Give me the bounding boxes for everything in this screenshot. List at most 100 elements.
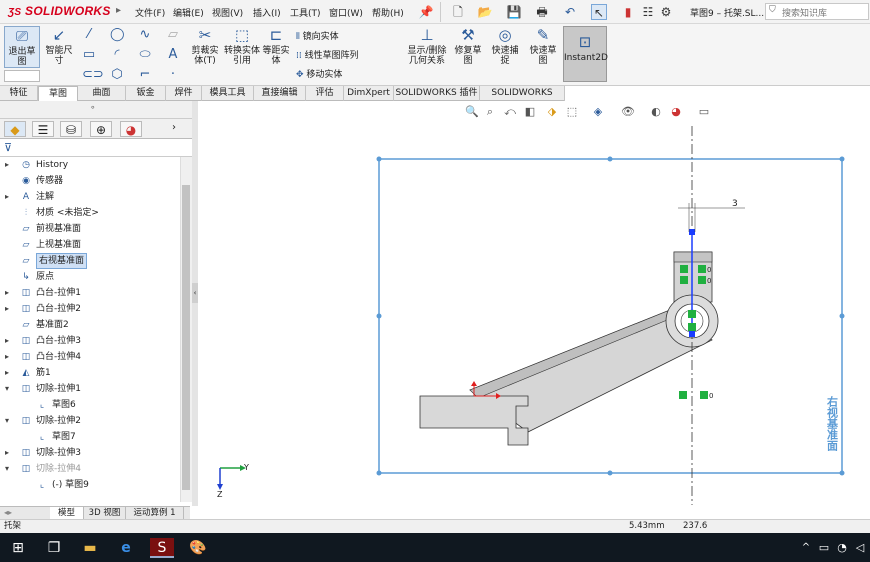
tab-features[interactable]: 特征 [0,86,38,101]
tab-3d-view[interactable]: 3D 视图 [84,507,126,519]
apply-scene-icon[interactable]: ◕ [669,104,683,120]
search-input[interactable]: 搜索知识库 [765,3,869,20]
tree-item[interactable]: ▱ 基准面2 [0,317,180,333]
task-view-icon[interactable]: ❐ [44,538,64,558]
quick-snap-button[interactable]: ◎ 快速捕捉 [488,26,522,66]
expand-arrow-icon[interactable]: ▸ [5,285,9,301]
exit-sketch-dropdown[interactable] [4,70,40,82]
configuration-manager-icon[interactable]: ⛁ [60,121,82,137]
text-icon[interactable]: A [166,48,180,62]
sketch-canvas-svg[interactable]: 3 0 0 0 Y Z 右视基准面 [198,101,870,519]
tab-mbd[interactable]: SOLIDWORKS MBD [480,86,565,113]
expand-arrow-icon[interactable]: ▸ [5,333,9,349]
sketch-endpoint-bottom[interactable] [689,331,695,337]
tab-dimxpert[interactable]: DimXpert [344,86,394,101]
panel-expand-icon[interactable]: › [172,122,176,133]
instant2d-button[interactable]: ⊡ Instant2D [563,26,608,82]
tree-item[interactable]: ▸ ◫ 切除-拉伸3 [0,445,180,461]
view-orientation-icon[interactable]: ⬚ [565,104,579,120]
tree-item[interactable]: ▾ ◫ 切除-拉伸1 [0,381,180,397]
expand-arrow-icon[interactable]: ▾ [5,461,9,477]
edit-appearance-icon[interactable]: ◐ [649,104,663,120]
expand-arrow-icon[interactable]: ▸ [5,365,9,381]
expand-arrow-icon[interactable]: ▸ [5,349,9,365]
hide-show-items-icon[interactable]: 👁 [621,104,635,120]
tab-sketch[interactable]: 草图 [38,86,78,101]
tab-sheet-metal[interactable]: 钣金 [126,86,166,101]
pin-icon[interactable]: 📌 [418,4,434,20]
dynamic-annotation-icon[interactable]: ⬗ [545,104,559,120]
filter-icon[interactable]: ⊽ [4,141,12,154]
zoom-area-icon[interactable]: ⌕ [483,104,497,120]
display-manager-icon[interactable]: ◕ [120,121,142,137]
dimxpert-manager-icon[interactable]: ⊕ [90,121,112,137]
menu-view[interactable]: 视图(V) [212,6,243,19]
new-file-icon[interactable]: 🗋 [450,4,466,20]
tab-direct-editing[interactable]: 直接编辑 [254,86,306,101]
exit-sketch-button[interactable]: ⎚ 退出草图 [4,26,40,68]
tree-item[interactable]: ▱ 右视基准面 [0,253,180,269]
dimension-value[interactable]: 3 [732,199,738,209]
tree-item[interactable]: ◉ 传感器 [0,173,180,189]
options-list-icon[interactable]: ☷ [640,4,656,20]
menu-window[interactable]: 窗口(W) [329,6,363,19]
previous-view-icon[interactable]: ⤺ [503,104,517,120]
tree-item[interactable]: ▸ ◫ 凸台-拉伸1 [0,285,180,301]
tree-item[interactable]: ⌞ (-) 草图9 [0,477,180,493]
battery-icon[interactable]: ▭ [814,538,834,558]
tree-item[interactable]: ⌞ 草图6 [0,397,180,413]
property-manager-icon[interactable]: ☰ [32,121,54,137]
tab-surfaces[interactable]: 曲面 [78,86,126,101]
menu-arrow-icon[interactable]: ▸ [116,5,121,16]
tree-item[interactable]: ▸ ◫ 凸台-拉伸4 [0,349,180,365]
tree-item[interactable]: ⌞ 草图7 [0,429,180,445]
tree-scroll-thumb[interactable] [182,185,190,490]
tree-item[interactable]: ▱ 前视基准面 [0,221,180,237]
convert-entities-button[interactable]: ⬚ 转换实体引用 [224,26,260,66]
trim-button[interactable]: ✂ 剪裁实体(T) [188,26,222,66]
tab-weldments[interactable]: 焊件 [166,86,202,101]
network-icon[interactable]: ◔ [832,538,852,558]
offset-button[interactable]: ⊏ 等距实体 [260,26,292,66]
volume-icon[interactable]: ◁ [850,538,870,558]
rectangle-icon[interactable]: ▭ [82,48,96,62]
tree-item[interactable]: ▸ ◷ History [0,157,180,173]
menu-help[interactable]: 帮助(H) [372,6,404,19]
tree-item[interactable]: ▱ 上视基准面 [0,237,180,253]
edge-browser-icon[interactable]: e [116,538,136,558]
zoom-to-fit-icon[interactable]: 🔍 [465,104,479,120]
tray-chevron-icon[interactable]: ^ [796,538,816,558]
rapid-sketch-button[interactable]: ✎ 快速草图 [526,26,560,66]
file-explorer-icon[interactable]: ▬ [80,538,100,558]
arc-icon[interactable]: ◜ [110,48,124,62]
gear-icon[interactable]: ⚙ [658,4,674,20]
repair-sketch-button[interactable]: ⚒ 修复草图 [452,26,484,66]
menu-edit[interactable]: 编辑(E) [173,6,204,19]
tab-scroll-icon[interactable]: ◂▸ [4,508,12,517]
tree-item[interactable]: ▾ ◫ 切除-拉伸4 [0,461,180,477]
expand-arrow-icon[interactable]: ▾ [5,381,9,397]
sketch-endpoint-top[interactable] [689,229,695,235]
mirror-button[interactable]: ⫴ 镜向实体 [296,29,339,42]
tree-item[interactable]: ▸ ◭ 筋1 [0,365,180,381]
tree-item[interactable]: ▸ ◫ 凸台-拉伸3 [0,333,180,349]
expand-arrow-icon[interactable]: ▸ [5,301,9,317]
save-icon[interactable]: 💾 [506,4,522,20]
menu-tools[interactable]: 工具(T) [290,6,321,19]
linear-pattern-button[interactable]: ⁞⁞ 线性草图阵列 [296,48,359,61]
expand-arrow-icon[interactable]: ▸ [5,445,9,461]
expand-arrow-icon[interactable]: ▸ [5,189,9,205]
tree-item[interactable]: ↳ 原点 [0,269,180,285]
select-pointer-icon[interactable]: ↖ [591,4,607,20]
circle-icon[interactable]: ◯ [110,28,125,42]
menu-insert[interactable]: 插入(I) [253,6,281,19]
expand-arrow-icon[interactable]: ▸ [5,157,9,173]
solidworks-taskbar-icon[interactable]: S [150,538,174,558]
ellipse-icon[interactable]: ⬭ [138,48,152,62]
polygon-icon[interactable]: ⬡ [110,68,124,82]
display-relations-button[interactable]: ⊥ 显示/删除几何关系 [404,26,450,66]
paint-icon[interactable]: 🎨 [188,538,208,558]
tab-motion-study[interactable]: 运动算例 1 [126,507,184,519]
display-style-icon[interactable]: ◈ [591,104,605,120]
slot-icon[interactable]: ⊂⊃ [82,68,104,82]
